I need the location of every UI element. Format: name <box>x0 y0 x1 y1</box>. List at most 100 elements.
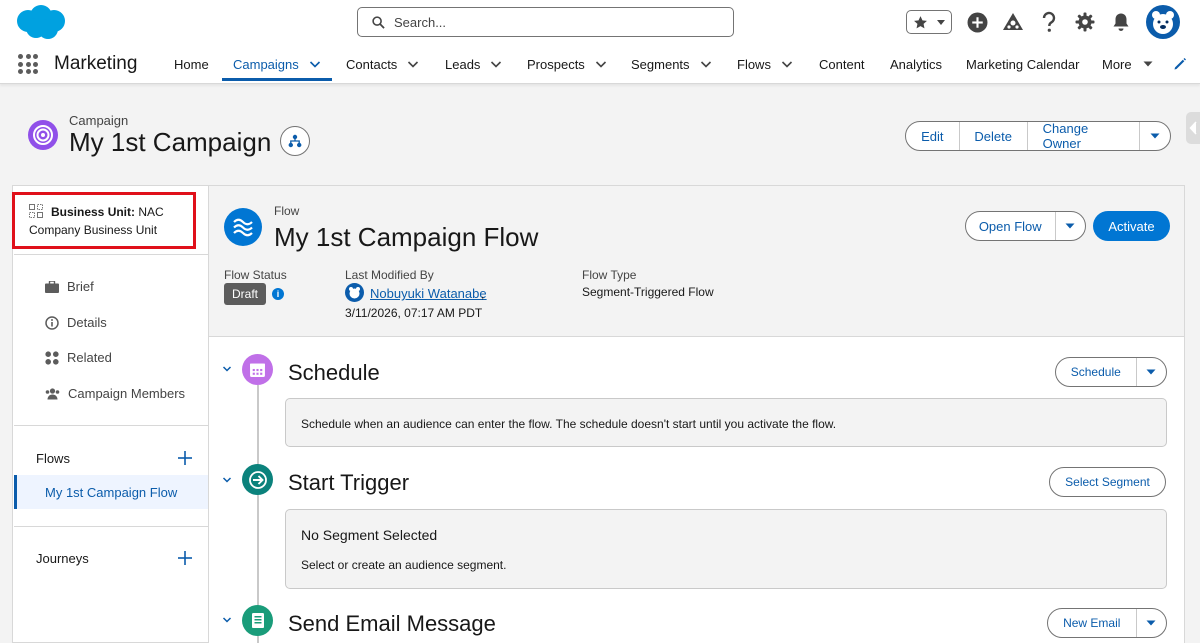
schedule-group: Schedule <box>1055 357 1167 387</box>
email-message-icon <box>242 605 273 636</box>
segment-heading: No Segment Selected <box>301 527 438 543</box>
star-icon <box>914 15 927 28</box>
add-flow-icon[interactable] <box>177 450 193 466</box>
caret-down-icon <box>1065 223 1075 229</box>
chevron-down-icon[interactable] <box>595 58 607 70</box>
pencil-icon <box>1174 58 1186 70</box>
owner-avatar <box>345 283 364 302</box>
chevron-down-icon[interactable] <box>309 58 321 70</box>
setup-button[interactable] <box>1074 11 1096 33</box>
chevron-down-icon[interactable] <box>407 58 419 70</box>
schedule-step-box: Schedule when an audience can enter the … <box>285 398 1167 447</box>
email-step-title: Send Email Message <box>288 611 496 636</box>
notifications-button[interactable] <box>1110 11 1132 33</box>
chevron-down-icon[interactable] <box>222 615 232 625</box>
nav-tab-more[interactable]: More <box>1102 44 1154 84</box>
chevron-left-icon <box>1188 121 1197 135</box>
chevron-down-icon[interactable] <box>222 364 232 374</box>
divider <box>14 526 208 527</box>
utility-panel-toggle[interactable] <box>1186 112 1200 144</box>
activate-button[interactable]: Activate <box>1093 211 1170 241</box>
nav-tab-campaigns[interactable]: Campaigns <box>222 44 332 84</box>
last-modified-date: 3/11/2026, 07:17 AM PDT <box>345 306 483 320</box>
user-avatar[interactable] <box>1146 5 1180 39</box>
schedule-button[interactable]: Schedule <box>1056 358 1137 386</box>
help-button[interactable] <box>1038 11 1060 33</box>
status-info-icon[interactable]: i <box>272 288 284 300</box>
gear-icon <box>1075 12 1095 32</box>
sidebar-item-brief[interactable]: Brief <box>45 279 94 294</box>
app-name: Marketing <box>54 53 138 74</box>
trigger-step-title: Start Trigger <box>288 470 410 495</box>
new-email-button[interactable]: New Email <box>1048 609 1137 637</box>
record-title: My 1st Campaign <box>69 127 272 157</box>
campaign-icon <box>28 120 58 150</box>
nav-tab-prospects[interactable]: Prospects <box>527 44 607 84</box>
add-journey-icon[interactable] <box>177 550 193 566</box>
chevron-down-icon <box>937 20 945 25</box>
view-hierarchy-button[interactable] <box>280 126 310 156</box>
edit-nav-button[interactable] <box>1173 44 1187 84</box>
schedule-menu-button[interactable] <box>1137 358 1166 386</box>
open-flow-button[interactable]: Open Flow <box>966 212 1056 240</box>
calendar-icon <box>242 354 273 385</box>
nav-tab-contacts[interactable]: Contacts <box>346 44 419 84</box>
sidebar-item-selected-flow[interactable]: My 1st Campaign Flow <box>14 475 208 509</box>
nav-tab-segments[interactable]: Segments <box>631 44 712 84</box>
bell-icon <box>1113 13 1129 31</box>
header-utilities <box>906 5 1180 39</box>
business-unit-value: NAC <box>138 205 164 219</box>
global-search-input[interactable]: Search... <box>357 7 734 37</box>
sidebar-item-campaign-members[interactable]: Campaign Members <box>45 386 185 401</box>
salesforce-logo-icon[interactable] <box>12 4 68 42</box>
nav-tab-content[interactable]: Content <box>819 44 865 84</box>
nav-tab-flows[interactable]: Flows <box>737 44 793 84</box>
modified-by-link[interactable]: Nobuyuki Watanabe <box>370 286 487 301</box>
briefcase-icon <box>45 280 59 293</box>
info-icon <box>45 315 59 330</box>
group-icon <box>45 387 60 399</box>
trigger-step-box: No Segment Selected Select or create an … <box>285 509 1167 589</box>
nav-tab-leads[interactable]: Leads <box>445 44 502 84</box>
delete-button[interactable]: Delete <box>960 122 1028 150</box>
new-email-menu-button[interactable] <box>1137 609 1167 637</box>
app-launcher-icon[interactable] <box>18 54 38 74</box>
business-unit-box: Business Unit: NAC Company Business Unit <box>12 192 196 249</box>
help-icon <box>1042 11 1056 32</box>
sidebar-item-related[interactable]: Related <box>45 350 112 365</box>
global-create-button[interactable] <box>966 11 988 33</box>
business-unit-icon <box>29 204 43 218</box>
flow-object-label: Flow <box>274 204 300 218</box>
caret-down-icon <box>1150 133 1160 139</box>
caret-down-icon <box>1146 369 1156 375</box>
nav-tab-home[interactable]: Home <box>174 44 209 84</box>
divider <box>14 254 208 255</box>
divider <box>14 425 208 426</box>
open-flow-menu-button[interactable] <box>1056 212 1086 240</box>
caret-down-icon <box>1146 620 1156 626</box>
related-grid-icon <box>45 350 59 365</box>
flows-section-label: Flows <box>36 451 70 466</box>
caret-down-icon[interactable] <box>1142 58 1154 70</box>
chevron-down-icon[interactable] <box>222 475 232 485</box>
favorites-button[interactable] <box>906 10 952 34</box>
select-segment-button[interactable]: Select Segment <box>1049 467 1166 497</box>
last-modified-label: Last Modified By <box>345 268 434 282</box>
search-icon <box>372 15 385 29</box>
flow-type-value: Segment-Triggered Flow <box>582 285 714 299</box>
chevron-down-icon[interactable] <box>700 58 712 70</box>
waves-icon <box>233 218 253 237</box>
edit-button[interactable]: Edit <box>906 122 960 150</box>
sidebar-item-details[interactable]: Details <box>45 315 107 330</box>
hierarchy-icon <box>288 134 302 148</box>
trailhead-button[interactable] <box>1002 11 1024 33</box>
status-badge: Draft <box>224 283 266 305</box>
chevron-down-icon[interactable] <box>490 58 502 70</box>
nav-tab-marketing-calendar[interactable]: Marketing Calendar <box>966 44 1079 84</box>
nav-tab-analytics[interactable]: Analytics <box>890 44 942 84</box>
more-actions-button[interactable] <box>1140 122 1170 150</box>
global-header: Search... <box>0 0 1200 44</box>
record-actions: Edit Delete Change Owner <box>905 121 1171 151</box>
change-owner-button[interactable]: Change Owner <box>1028 122 1141 150</box>
chevron-down-icon[interactable] <box>781 58 793 70</box>
